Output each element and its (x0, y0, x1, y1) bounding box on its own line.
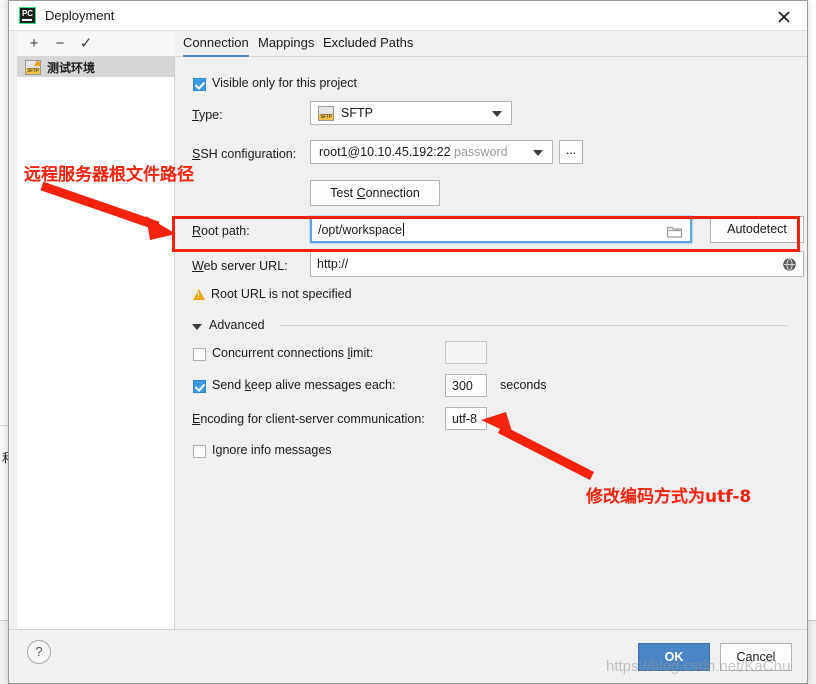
add-server-button[interactable]: + (23, 34, 45, 54)
ssh-configuration-value: root1@10.10.45.192:22 password (319, 145, 508, 159)
visible-only-checkbox[interactable] (193, 78, 206, 91)
keep-alive-label: Send keep alive messages each: (212, 378, 396, 392)
type-select[interactable]: SFTP SFTP (310, 101, 512, 125)
keep-alive-unit-label: seconds (500, 378, 547, 392)
dialog-titlebar: PC Deployment (9, 1, 807, 31)
ssh-config-auth-type: password (454, 145, 508, 159)
web-server-url-input[interactable]: http:// (310, 251, 804, 277)
concurrent-connections-checkbox[interactable] (193, 348, 206, 361)
sftp-server-icon: SFTP (25, 60, 41, 75)
tab-excluded-paths[interactable]: Excluded Paths (323, 35, 413, 57)
root-path-value: /opt/workspace (318, 222, 405, 237)
warning-icon (193, 289, 205, 300)
help-button[interactable]: ? (27, 640, 51, 664)
autodetect-button[interactable]: Autodetect (710, 216, 804, 243)
type-value: SFTP (341, 106, 373, 120)
set-default-button[interactable]: ✓ (75, 34, 97, 54)
server-tree-toolbar: + − ✓ (17, 31, 175, 57)
keep-alive-checkbox[interactable] (193, 380, 206, 393)
tab-connection[interactable]: Connection (183, 35, 249, 58)
globe-icon[interactable] (783, 258, 796, 271)
encoding-input[interactable]: utf-8 (445, 407, 487, 430)
connection-form: Visible only for this project Type: SFTP… (175, 57, 807, 629)
chevron-down-icon[interactable] (192, 324, 202, 330)
sftp-badge-label: SFTP (26, 68, 40, 74)
warning-overlay-icon (34, 61, 40, 66)
encoding-value: utf-8 (452, 411, 478, 426)
advanced-divider (279, 325, 787, 326)
ignore-info-checkbox[interactable] (193, 445, 206, 458)
concurrent-connections-input[interactable] (445, 341, 487, 364)
test-connection-button[interactable]: Test Connection (310, 180, 440, 206)
deployment-dialog: PC Deployment + − ✓ SFTP 测试环境 Connection… (8, 0, 808, 684)
encoding-label: Encoding for client-server communication… (192, 412, 425, 426)
concurrent-connections-label: Concurrent connections limit: (212, 346, 374, 360)
ignore-info-label: Ignore info messages (212, 443, 332, 457)
root-path-label: Root path: (192, 224, 250, 238)
screenshot-root: 901234567890123 利 PC Deployment + − ✓ (0, 0, 816, 684)
web-server-url-label: Web server URL: (192, 259, 288, 273)
visible-only-label: Visible only for this project (212, 76, 357, 90)
ssh-config-user-host: root1@10.10.45.192:22 (319, 145, 451, 159)
server-tree-panel: SFTP 测试环境 (17, 57, 175, 629)
keep-alive-input[interactable]: 300 (445, 374, 487, 397)
tree-item-test-environment[interactable]: SFTP 测试环境 (17, 57, 174, 77)
dialog-footer: ? OK Cancel (9, 629, 807, 683)
pycharm-icon: PC (19, 7, 36, 24)
sftp-type-badge-label: SFTP (319, 114, 333, 120)
chevron-down-icon (533, 150, 543, 156)
ok-button[interactable]: OK (638, 643, 710, 671)
sftp-type-icon: SFTP (318, 106, 334, 121)
dialog-title: Deployment (45, 8, 115, 23)
folder-icon[interactable] (667, 225, 682, 238)
close-icon[interactable] (761, 1, 807, 30)
ssh-configuration-label: SSH configuration: (192, 147, 297, 161)
chevron-down-icon (492, 111, 502, 117)
remove-server-button[interactable]: − (49, 34, 71, 54)
keep-alive-value: 300 (452, 378, 473, 393)
root-path-input[interactable]: /opt/workspace (309, 215, 693, 244)
text-caret (403, 222, 405, 236)
type-label: Type: (192, 108, 223, 122)
cancel-button[interactable]: Cancel (720, 643, 792, 671)
advanced-section-label: Advanced (209, 318, 265, 332)
tree-item-label: 测试环境 (47, 61, 96, 75)
tab-mappings[interactable]: Mappings (258, 35, 314, 57)
web-server-url-value: http:// (317, 257, 349, 271)
ssh-configuration-select[interactable]: root1@10.10.45.192:22 password (310, 140, 553, 164)
root-url-warning-text: Root URL is not specified (211, 287, 352, 301)
ssh-configuration-browse-button[interactable]: ... (559, 140, 583, 164)
settings-tabs: Connection Mappings Excluded Paths (175, 31, 807, 58)
